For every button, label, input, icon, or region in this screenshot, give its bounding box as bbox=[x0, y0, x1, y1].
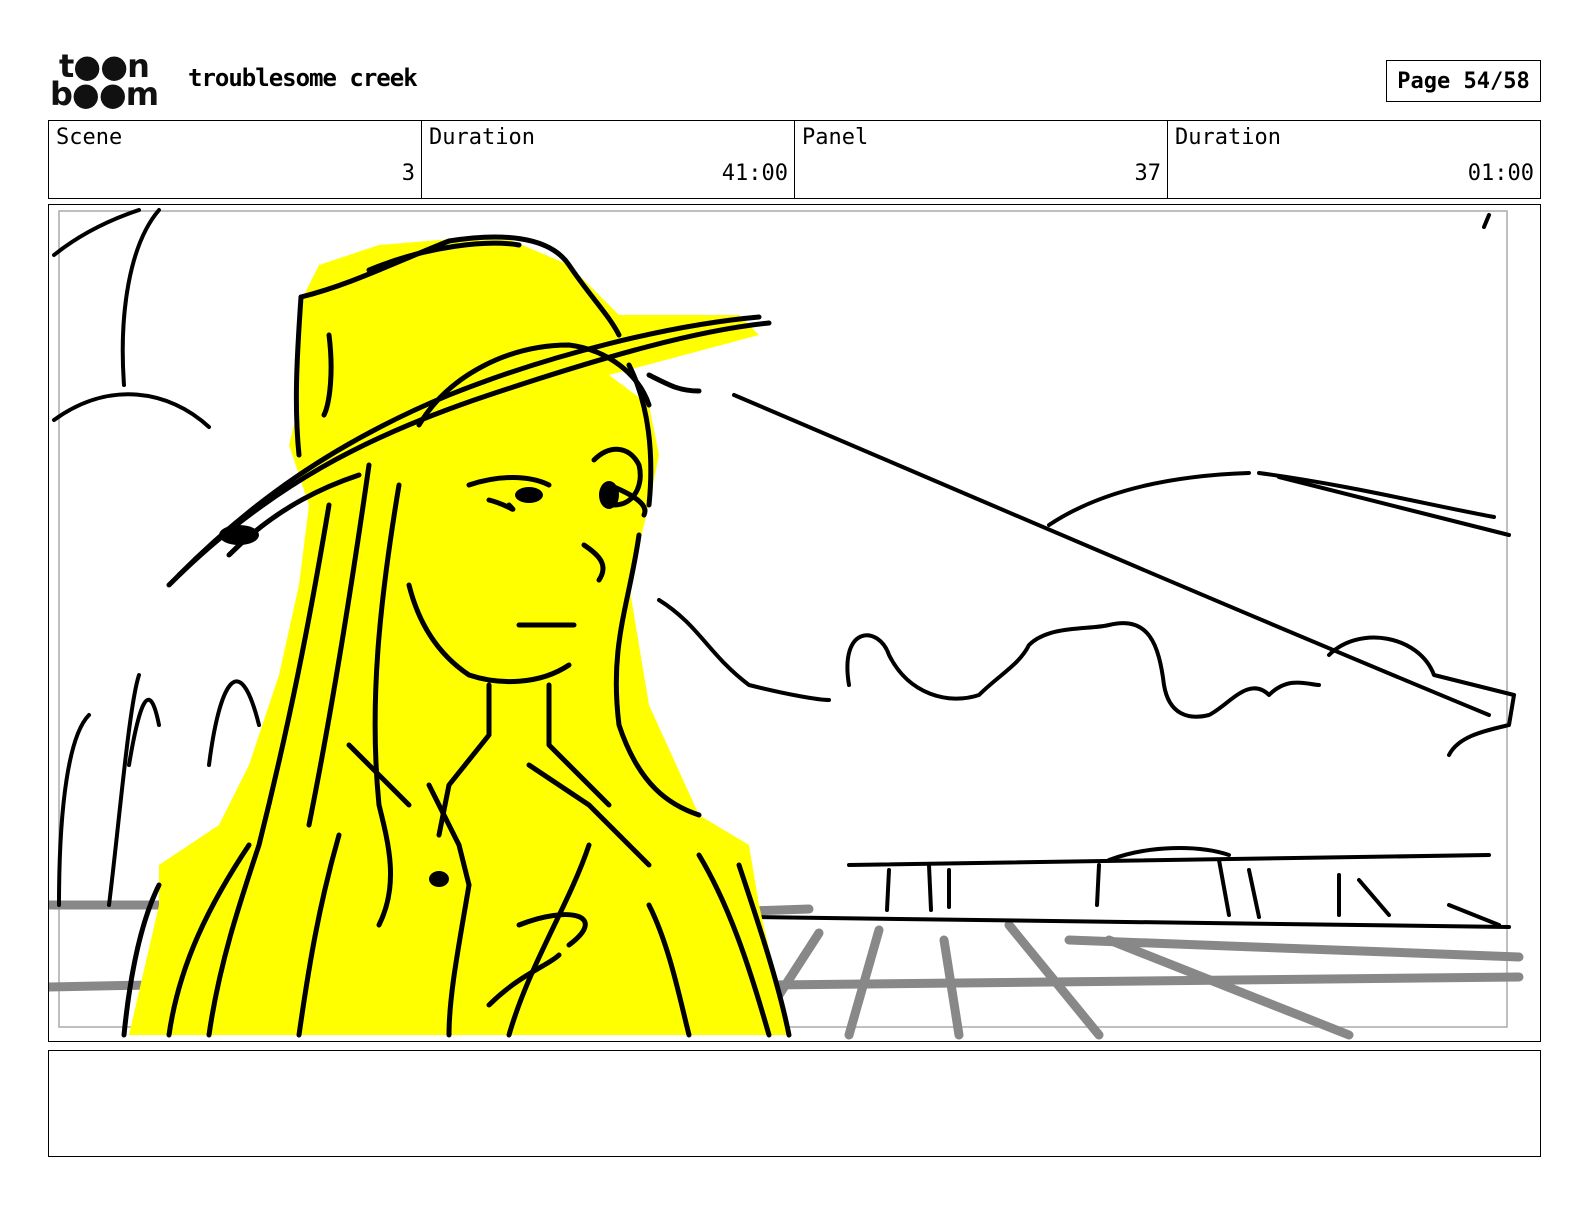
panel-duration-label: Duration bbox=[1175, 125, 1281, 150]
panel-value: 37 bbox=[1134, 161, 1162, 186]
scene-cell: Scene 3 bbox=[49, 121, 422, 198]
panel-cell: Panel 37 bbox=[795, 121, 1168, 198]
page-label: Page 54/58 bbox=[1397, 68, 1530, 94]
panel-duration-cell: Duration 01:00 bbox=[1168, 121, 1540, 198]
scene-duration-value: 41:00 bbox=[721, 161, 788, 186]
panel-info-bar: Scene 3 Duration 41:00 Panel 37 Duration… bbox=[48, 120, 1541, 199]
page-indicator: Page 54/58 bbox=[1386, 60, 1541, 102]
toonboom-logo: t●●n b●●m bbox=[50, 50, 166, 112]
sketch-drawing bbox=[49, 208, 1524, 1040]
scene-duration-label: Duration bbox=[429, 125, 535, 150]
scene-label: Scene bbox=[56, 125, 123, 150]
scene-duration-cell: Duration 41:00 bbox=[422, 121, 795, 198]
storyboard-panel-image bbox=[48, 204, 1541, 1042]
logo-line-2: b●●m bbox=[50, 75, 159, 113]
panel-duration-value: 01:00 bbox=[1467, 161, 1534, 186]
panel-label: Panel bbox=[802, 125, 869, 150]
project-title: troublesome creek bbox=[188, 64, 418, 92]
figure-highlight bbox=[129, 235, 789, 1035]
scene-value: 3 bbox=[401, 161, 415, 186]
panel-notes-area bbox=[48, 1050, 1541, 1157]
